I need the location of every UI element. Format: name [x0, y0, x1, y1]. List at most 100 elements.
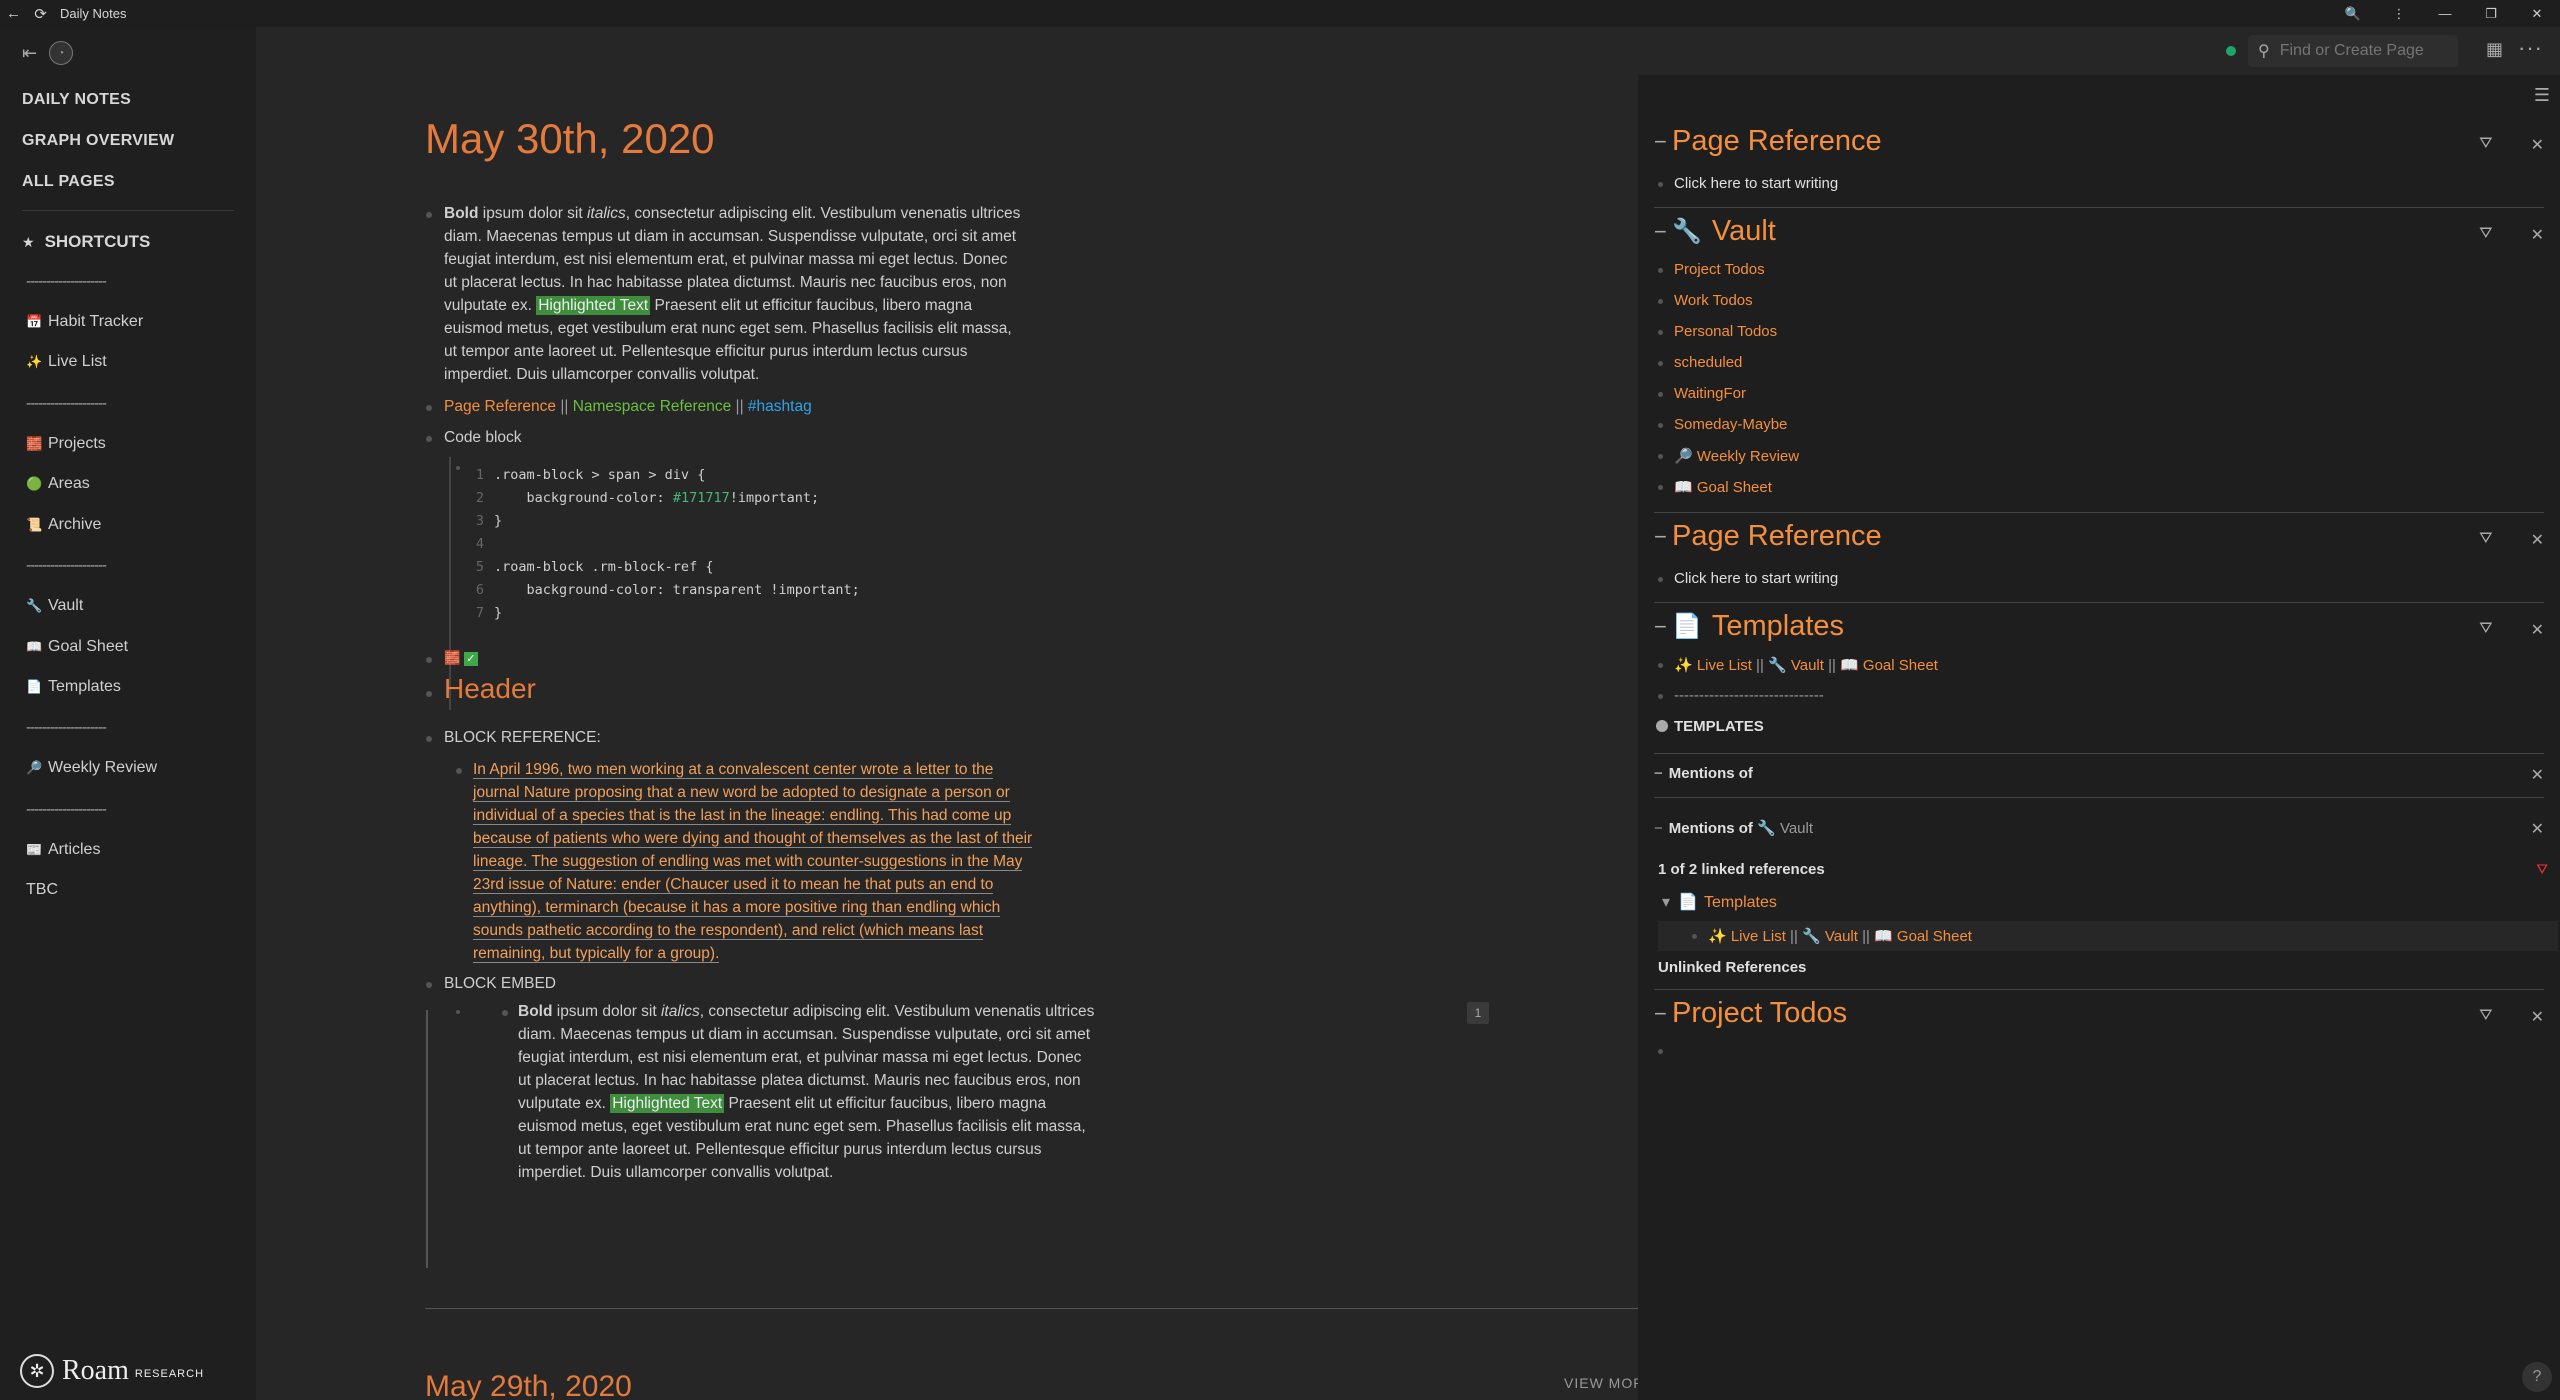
- shortcut-templates[interactable]: 📄 Templates: [0, 667, 256, 708]
- collapse-icon[interactable]: −: [1654, 614, 1672, 640]
- shortcut-separator[interactable]: --------------------: [0, 789, 256, 830]
- shortcut-separator[interactable]: --------------------: [0, 261, 256, 302]
- block-bullet[interactable]: [426, 436, 432, 442]
- shortcut-separator[interactable]: --------------------: [0, 708, 256, 749]
- search-box[interactable]: ⚲: [2248, 35, 2458, 67]
- kebab-menu-icon[interactable]: ⋮: [2376, 0, 2422, 27]
- block-reference-text[interactable]: In April 1996, two men working at a conv…: [473, 758, 1043, 965]
- collapse-icon[interactable]: −: [1654, 129, 1672, 155]
- emoji-block[interactable]: 🧱 ✓: [444, 646, 478, 669]
- vault-item[interactable]: 📖 Goal Sheet: [1658, 478, 1772, 496]
- refresh-icon[interactable]: ⟳: [27, 0, 54, 27]
- block-embed-label[interactable]: BLOCK EMBED: [444, 972, 556, 995]
- vault-item[interactable]: Personal Todos: [1658, 323, 1777, 340]
- shortcut-separator[interactable]: --------------------: [0, 545, 256, 586]
- references-block[interactable]: Page Reference || Namespace Reference ||…: [444, 395, 812, 418]
- nav-all-pages[interactable]: ALL PAGES: [0, 161, 256, 202]
- close-window-icon[interactable]: ✕: [2514, 0, 2560, 27]
- help-icon[interactable]: ?: [2522, 1362, 2552, 1392]
- block-bullet[interactable]: [1658, 1049, 1663, 1054]
- hashtag-link[interactable]: #hashtag: [748, 398, 812, 415]
- filter-icon[interactable]: ⛛: [2479, 135, 2492, 155]
- vault-item[interactable]: Someday-Maybe: [1658, 416, 1787, 433]
- shortcut-tbc[interactable]: TBC: [0, 870, 256, 911]
- block-bullet[interactable]: [426, 657, 432, 663]
- window-title[interactable]: Page Reference: [1672, 520, 1882, 553]
- zoom-icon[interactable]: 🔍: [2330, 0, 2376, 27]
- shortcut-separator[interactable]: --------------------: [0, 383, 256, 424]
- templates-caps[interactable]: TEMPLATES: [1656, 718, 1764, 735]
- shortcut-articles[interactable]: 📰 Articles: [0, 829, 256, 870]
- nav-graph-overview[interactable]: GRAPH OVERVIEW: [0, 120, 256, 161]
- calendar-icon[interactable]: ▦: [2486, 39, 2503, 60]
- avatar[interactable]: ◔: [49, 41, 74, 65]
- block-bullet[interactable]: [456, 1010, 460, 1014]
- view-more-link[interactable]: VIEW MORE: [1564, 1375, 1638, 1391]
- namespace-reference-link[interactable]: Namespace Reference: [573, 398, 732, 415]
- block-bullet[interactable]: [426, 691, 432, 697]
- filter-icon[interactable]: ⛛: [2536, 861, 2548, 878]
- close-icon[interactable]: ✕: [2531, 135, 2544, 155]
- linked-reference-links[interactable]: ✨ Live List || 🔧 Vault || 📖 Goal Sheet: [1692, 927, 1972, 945]
- embedded-paragraph[interactable]: Bold ipsum dolor sit italics, consectetu…: [518, 1000, 1098, 1184]
- collapse-sidebar-icon[interactable]: ⇤: [22, 43, 37, 64]
- back-arrow-icon[interactable]: ←: [0, 0, 27, 27]
- close-icon[interactable]: ✕: [2531, 225, 2544, 245]
- block-bullet[interactable]: [426, 736, 432, 742]
- window-title[interactable]: Page Reference: [1672, 125, 1882, 158]
- restore-icon[interactable]: ❐: [2468, 0, 2514, 27]
- code-editor[interactable]: 1 .roam-block > span > div { 2 background…: [449, 457, 1109, 710]
- shortcut-habit-tracker[interactable]: 📅 Habit Tracker: [0, 302, 256, 343]
- filter-icon[interactable]: ⛛: [2479, 1007, 2492, 1027]
- templates-links[interactable]: ✨ Live List || 🔧 Vault || 📖 Goal Sheet: [1658, 656, 1938, 674]
- collapse-icon[interactable]: −: [1654, 1001, 1672, 1027]
- vault-item[interactable]: WaitingFor: [1658, 385, 1746, 402]
- checkbox-icon[interactable]: ✓: [463, 652, 478, 666]
- filter-icon[interactable]: ⛛: [2479, 620, 2492, 640]
- code-block-label[interactable]: Code block: [444, 426, 522, 449]
- vault-item[interactable]: Work Todos: [1658, 292, 1753, 309]
- block-reference-label[interactable]: BLOCK REFERENCE:: [444, 726, 601, 749]
- shortcut-live-list[interactable]: ✨ Live List: [0, 342, 256, 383]
- close-icon[interactable]: ✕: [2531, 530, 2544, 550]
- search-input[interactable]: [2279, 42, 2440, 60]
- window-title[interactable]: Vault: [1712, 215, 1776, 248]
- unlinked-references[interactable]: Unlinked References: [1658, 959, 1806, 976]
- vault-item[interactable]: Project Todos: [1658, 261, 1765, 278]
- vault-item[interactable]: 🔎 Weekly Review: [1658, 447, 1799, 465]
- filter-icon[interactable]: ⛛: [2479, 225, 2492, 245]
- block-bullet[interactable]: [456, 768, 462, 774]
- window-title[interactable]: Templates: [1712, 610, 1844, 643]
- vault-item[interactable]: scheduled: [1658, 354, 1742, 371]
- shortcut-weekly-review[interactable]: 🔎 Weekly Review: [0, 748, 256, 789]
- paragraph-block[interactable]: Bold ipsum dolor sit italics, consectetu…: [444, 202, 1024, 386]
- reference-count-badge[interactable]: 1: [1467, 1002, 1489, 1024]
- linked-page-templates[interactable]: ▾ 📄 Templates: [1662, 892, 1777, 912]
- templates-dashes[interactable]: ------------------------------: [1658, 687, 1824, 704]
- nav-daily-notes[interactable]: DAILY NOTES: [0, 79, 256, 120]
- shortcut-vault[interactable]: 🔧 Vault: [0, 586, 256, 627]
- close-icon[interactable]: ✕: [2531, 819, 2544, 839]
- page-reference-link[interactable]: Page Reference: [444, 398, 556, 415]
- more-options-icon[interactable]: ···: [2518, 35, 2543, 61]
- next-page-title[interactable]: May 29th, 2020: [425, 1370, 632, 1400]
- close-icon[interactable]: ✕: [2531, 1007, 2544, 1027]
- close-icon[interactable]: ✕: [2531, 620, 2544, 640]
- shortcut-archive[interactable]: 📜 Archive: [0, 505, 256, 546]
- mentions-of-header[interactable]: − Mentions of: [1654, 765, 1753, 782]
- filter-icon[interactable]: ⛛: [2479, 530, 2492, 550]
- close-icon[interactable]: ✕: [2531, 765, 2544, 785]
- minimize-icon[interactable]: —: [2422, 0, 2468, 27]
- window-title[interactable]: Project Todos: [1672, 997, 1847, 1030]
- start-writing[interactable]: Click here to start writing: [1658, 175, 1838, 192]
- collapse-icon[interactable]: −: [1654, 219, 1672, 245]
- shortcut-projects[interactable]: 🧱 Projects: [0, 423, 256, 464]
- page-title[interactable]: May 30th, 2020: [425, 115, 715, 163]
- right-sidebar-menu-icon[interactable]: ☰: [2534, 85, 2550, 106]
- collapse-icon[interactable]: −: [1654, 524, 1672, 550]
- mentions-of-vault-header[interactable]: − Mentions of 🔧 Vault: [1654, 819, 1813, 837]
- block-bullet[interactable]: [426, 405, 432, 411]
- shortcut-goal-sheet[interactable]: 📖 Goal Sheet: [0, 626, 256, 667]
- block-bullet[interactable]: [502, 1010, 508, 1016]
- block-bullet[interactable]: [426, 982, 432, 988]
